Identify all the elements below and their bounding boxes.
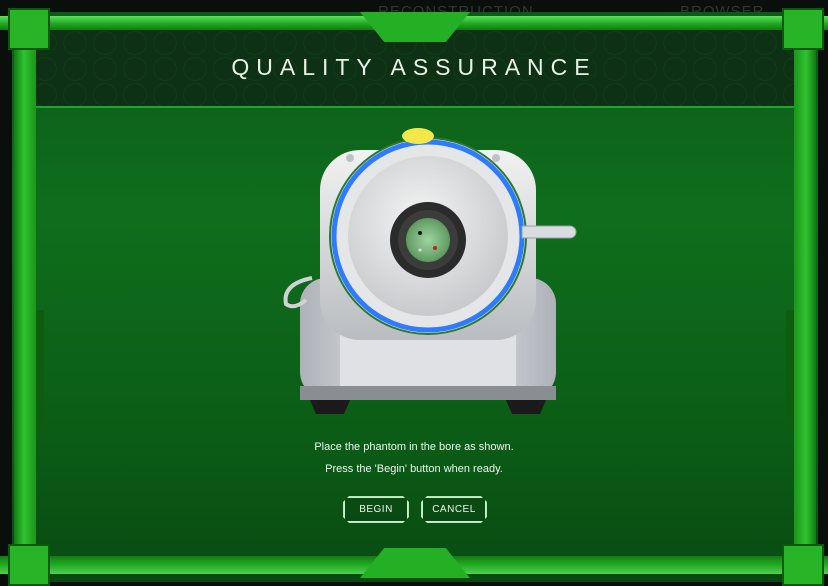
phantom-icon [406, 218, 450, 262]
right-handle [521, 225, 577, 239]
frame-corner-top-right [782, 8, 824, 50]
bore-with-phantom [390, 202, 466, 278]
cancel-button[interactable]: CANCEL [421, 496, 487, 523]
scanner-illustration [283, 128, 577, 414]
frame-corner-bottom-right [782, 544, 824, 586]
instruction-line-1: Place the phantom in the bore as shown. [314, 441, 514, 453]
status-indicator-icon [402, 128, 434, 144]
frame-left-rail [14, 20, 36, 580]
frame-right-rail [794, 20, 816, 580]
begin-button[interactable]: BEGIN [343, 496, 409, 523]
instruction-line-2: Press the 'Begin' button when ready. [325, 463, 503, 475]
frame-left-nub [36, 310, 44, 430]
frame-corner-top-left [8, 8, 50, 50]
frame-right-nub [786, 310, 794, 430]
frame-corner-bottom-left [8, 544, 50, 586]
dialog-title: QUALITY ASSURANCE [231, 54, 597, 80]
